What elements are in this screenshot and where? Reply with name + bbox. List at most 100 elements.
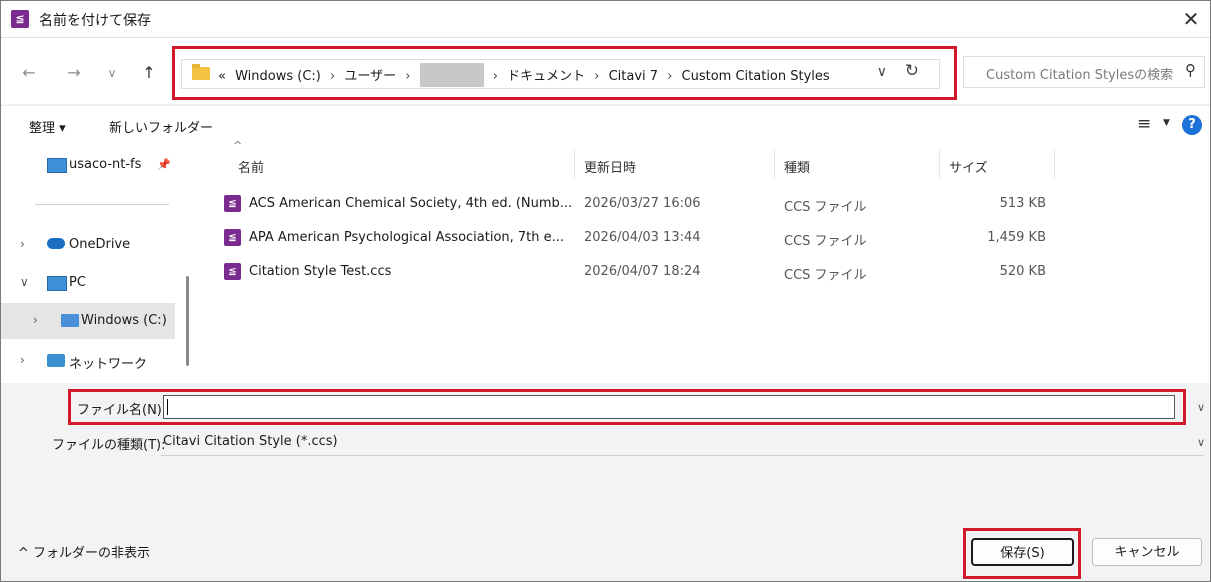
breadcrumb-separator[interactable]: › bbox=[493, 69, 498, 84]
navigation-pane: usaco-nt-fs 📌 › OneDrive ∨ PC › Windows … bbox=[1, 146, 189, 383]
breadcrumb-item-users[interactable]: ユーザー bbox=[344, 69, 396, 84]
back-arrow-icon[interactable]: ← bbox=[18, 63, 40, 82]
chevron-down-icon[interactable]: ∨ bbox=[1197, 401, 1205, 414]
nav-item-network[interactable]: › ネットワーク bbox=[1, 346, 179, 376]
file-row[interactable]: ≦ Citation Style Test.ccs 2026/04/07 18:… bbox=[201, 258, 1210, 286]
cancel-button[interactable]: キャンセル bbox=[1092, 538, 1202, 566]
file-date: 2026/04/03 13:44 bbox=[584, 230, 701, 245]
ccs-file-icon: ≦ bbox=[224, 195, 241, 212]
nav-item-pc[interactable]: ∨ PC bbox=[1, 268, 179, 298]
breadcrumb-overflow[interactable]: « bbox=[218, 69, 226, 84]
citavi-app-icon: ≦ bbox=[11, 10, 29, 28]
close-icon[interactable]: ✕ bbox=[1178, 6, 1204, 32]
chevron-down-icon[interactable]: ∨ bbox=[20, 275, 29, 289]
file-size: 520 KB bbox=[999, 264, 1046, 279]
column-divider[interactable] bbox=[774, 150, 775, 178]
search-placeholder: Custom Citation Stylesの検索 bbox=[986, 68, 1174, 83]
nav-item-usaco-nt-fs[interactable]: usaco-nt-fs 📌 bbox=[1, 150, 179, 180]
chevron-right-icon[interactable]: › bbox=[20, 353, 25, 367]
breadcrumb-separator[interactable]: › bbox=[330, 69, 335, 84]
refresh-icon[interactable]: ↻ bbox=[905, 61, 919, 81]
browser-area: usaco-nt-fs 📌 › OneDrive ∨ PC › Windows … bbox=[1, 139, 1210, 383]
monitor-icon bbox=[47, 158, 67, 173]
file-date: 2026/04/07 18:24 bbox=[584, 264, 701, 279]
nav-item-label: OneDrive bbox=[69, 237, 131, 252]
file-size: 1,459 KB bbox=[987, 230, 1046, 245]
help-icon[interactable]: ? bbox=[1182, 115, 1202, 135]
nav-pane-scrollbar[interactable] bbox=[186, 276, 189, 366]
hide-folders-button[interactable]: ^ フォルダーの非表示 bbox=[18, 542, 150, 561]
organize-button[interactable]: 整理 ▾ bbox=[29, 117, 66, 136]
filename-input[interactable] bbox=[163, 395, 1175, 419]
command-bar: 整理 ▾ 新しいフォルダー ≡ ▼ ? bbox=[1, 105, 1210, 146]
ccs-file-icon: ≦ bbox=[224, 229, 241, 246]
file-type: CCS ファイル bbox=[784, 234, 867, 249]
save-button[interactable]: 保存(S) bbox=[971, 538, 1074, 566]
nav-item-onedrive[interactable]: › OneDrive bbox=[1, 230, 179, 260]
title-bar: ≦ 名前を付けて保存 ✕ bbox=[1, 1, 1210, 38]
divider bbox=[161, 455, 1204, 456]
view-options-icon[interactable]: ≡ bbox=[1137, 114, 1151, 134]
divider bbox=[35, 204, 169, 205]
file-list: 名前 ^ 更新日時 種類 サイズ ≦ ACS American Chemical… bbox=[201, 139, 1210, 383]
breadcrumb-separator[interactable]: › bbox=[667, 69, 672, 84]
up-arrow-icon[interactable]: ↑ bbox=[138, 63, 160, 82]
column-header-size[interactable]: サイズ bbox=[949, 157, 988, 176]
column-header-type[interactable]: 種類 bbox=[784, 157, 810, 176]
search-input[interactable]: Custom Citation Stylesの検索 ⚲ bbox=[963, 56, 1205, 88]
column-header-date[interactable]: 更新日時 bbox=[584, 157, 636, 176]
cloud-icon bbox=[47, 238, 65, 249]
drive-icon bbox=[61, 314, 79, 327]
dialog-title: 名前を付けて保存 bbox=[39, 13, 151, 29]
filename-highlight: ファイル名(N): bbox=[68, 389, 1186, 425]
address-bar-highlight: « Windows (C:) › ユーザー › › ドキュメント › Citav… bbox=[172, 46, 957, 100]
column-divider[interactable] bbox=[574, 150, 575, 178]
file-type: CCS ファイル bbox=[784, 268, 867, 283]
file-size: 513 KB bbox=[999, 196, 1046, 211]
save-dialog: ≦ 名前を付けて保存 ✕ ← → ∨ ↑ « Windows (C:) › ユー… bbox=[0, 0, 1211, 582]
filetype-select[interactable]: Citavi Citation Style (*.ccs) bbox=[163, 434, 338, 449]
column-divider[interactable] bbox=[1054, 150, 1055, 178]
nav-item-label: ネットワーク bbox=[69, 357, 148, 372]
breadcrumb-item-redacted[interactable] bbox=[419, 62, 484, 87]
file-row[interactable]: ≦ APA American Psychological Association… bbox=[201, 224, 1210, 252]
navigation-bar: ← → ∨ ↑ « Windows (C:) › ユーザー › › ドキュメント… bbox=[1, 38, 1210, 104]
address-bar[interactable]: « Windows (C:) › ユーザー › › ドキュメント › Citav… bbox=[181, 59, 940, 89]
search-icon[interactable]: ⚲ bbox=[1185, 61, 1196, 79]
nav-item-windows-c[interactable]: › Windows (C:) bbox=[1, 303, 175, 339]
breadcrumb-item-citavi-7[interactable]: Citavi 7 bbox=[609, 69, 658, 84]
chevron-right-icon[interactable]: › bbox=[33, 313, 38, 327]
forward-arrow-icon[interactable]: → bbox=[63, 63, 85, 82]
breadcrumb-separator[interactable]: › bbox=[405, 69, 410, 84]
file-date: 2026/03/27 16:06 bbox=[584, 196, 701, 211]
chevron-right-icon[interactable]: › bbox=[20, 237, 25, 251]
folder-icon bbox=[192, 64, 210, 80]
chevron-down-icon[interactable]: ∨ bbox=[1197, 436, 1205, 449]
network-icon bbox=[47, 354, 65, 367]
nav-item-label: Windows (C:) bbox=[81, 313, 167, 328]
breadcrumb-item-documents[interactable]: ドキュメント bbox=[507, 69, 585, 84]
nav-item-label: usaco-nt-fs bbox=[69, 157, 142, 172]
recent-locations-icon[interactable]: ∨ bbox=[101, 66, 123, 80]
new-folder-button[interactable]: 新しいフォルダー bbox=[109, 117, 213, 136]
nav-item-label: PC bbox=[69, 275, 86, 290]
file-name: Citation Style Test.ccs bbox=[249, 264, 392, 279]
breadcrumb-item-custom-citation-styles[interactable]: Custom Citation Styles bbox=[682, 69, 830, 84]
chevron-down-icon[interactable]: ▼ bbox=[1163, 118, 1170, 128]
column-divider[interactable] bbox=[939, 150, 940, 178]
sort-ascending-icon: ^ bbox=[233, 139, 243, 152]
file-row[interactable]: ≦ ACS American Chemical Society, 4th ed.… bbox=[201, 190, 1210, 218]
chevron-down-icon[interactable]: ∨ bbox=[877, 64, 887, 80]
monitor-icon bbox=[47, 276, 67, 291]
breadcrumb: « Windows (C:) › ユーザー › › ドキュメント › Citav… bbox=[218, 62, 835, 87]
filetype-label: ファイルの種類(T): bbox=[52, 438, 166, 453]
breadcrumb-item-windows-c[interactable]: Windows (C:) bbox=[235, 69, 321, 84]
save-fields: ファイル名(N): ∨ ファイルの種類(T): Citavi Citation … bbox=[1, 383, 1210, 493]
pin-icon: 📌 bbox=[157, 158, 171, 171]
ccs-file-icon: ≦ bbox=[224, 263, 241, 280]
file-type: CCS ファイル bbox=[784, 200, 867, 215]
column-header-label: 名前 bbox=[238, 161, 265, 176]
file-name: APA American Psychological Association, … bbox=[249, 230, 565, 245]
text-cursor bbox=[167, 399, 168, 415]
breadcrumb-separator[interactable]: › bbox=[594, 69, 599, 84]
